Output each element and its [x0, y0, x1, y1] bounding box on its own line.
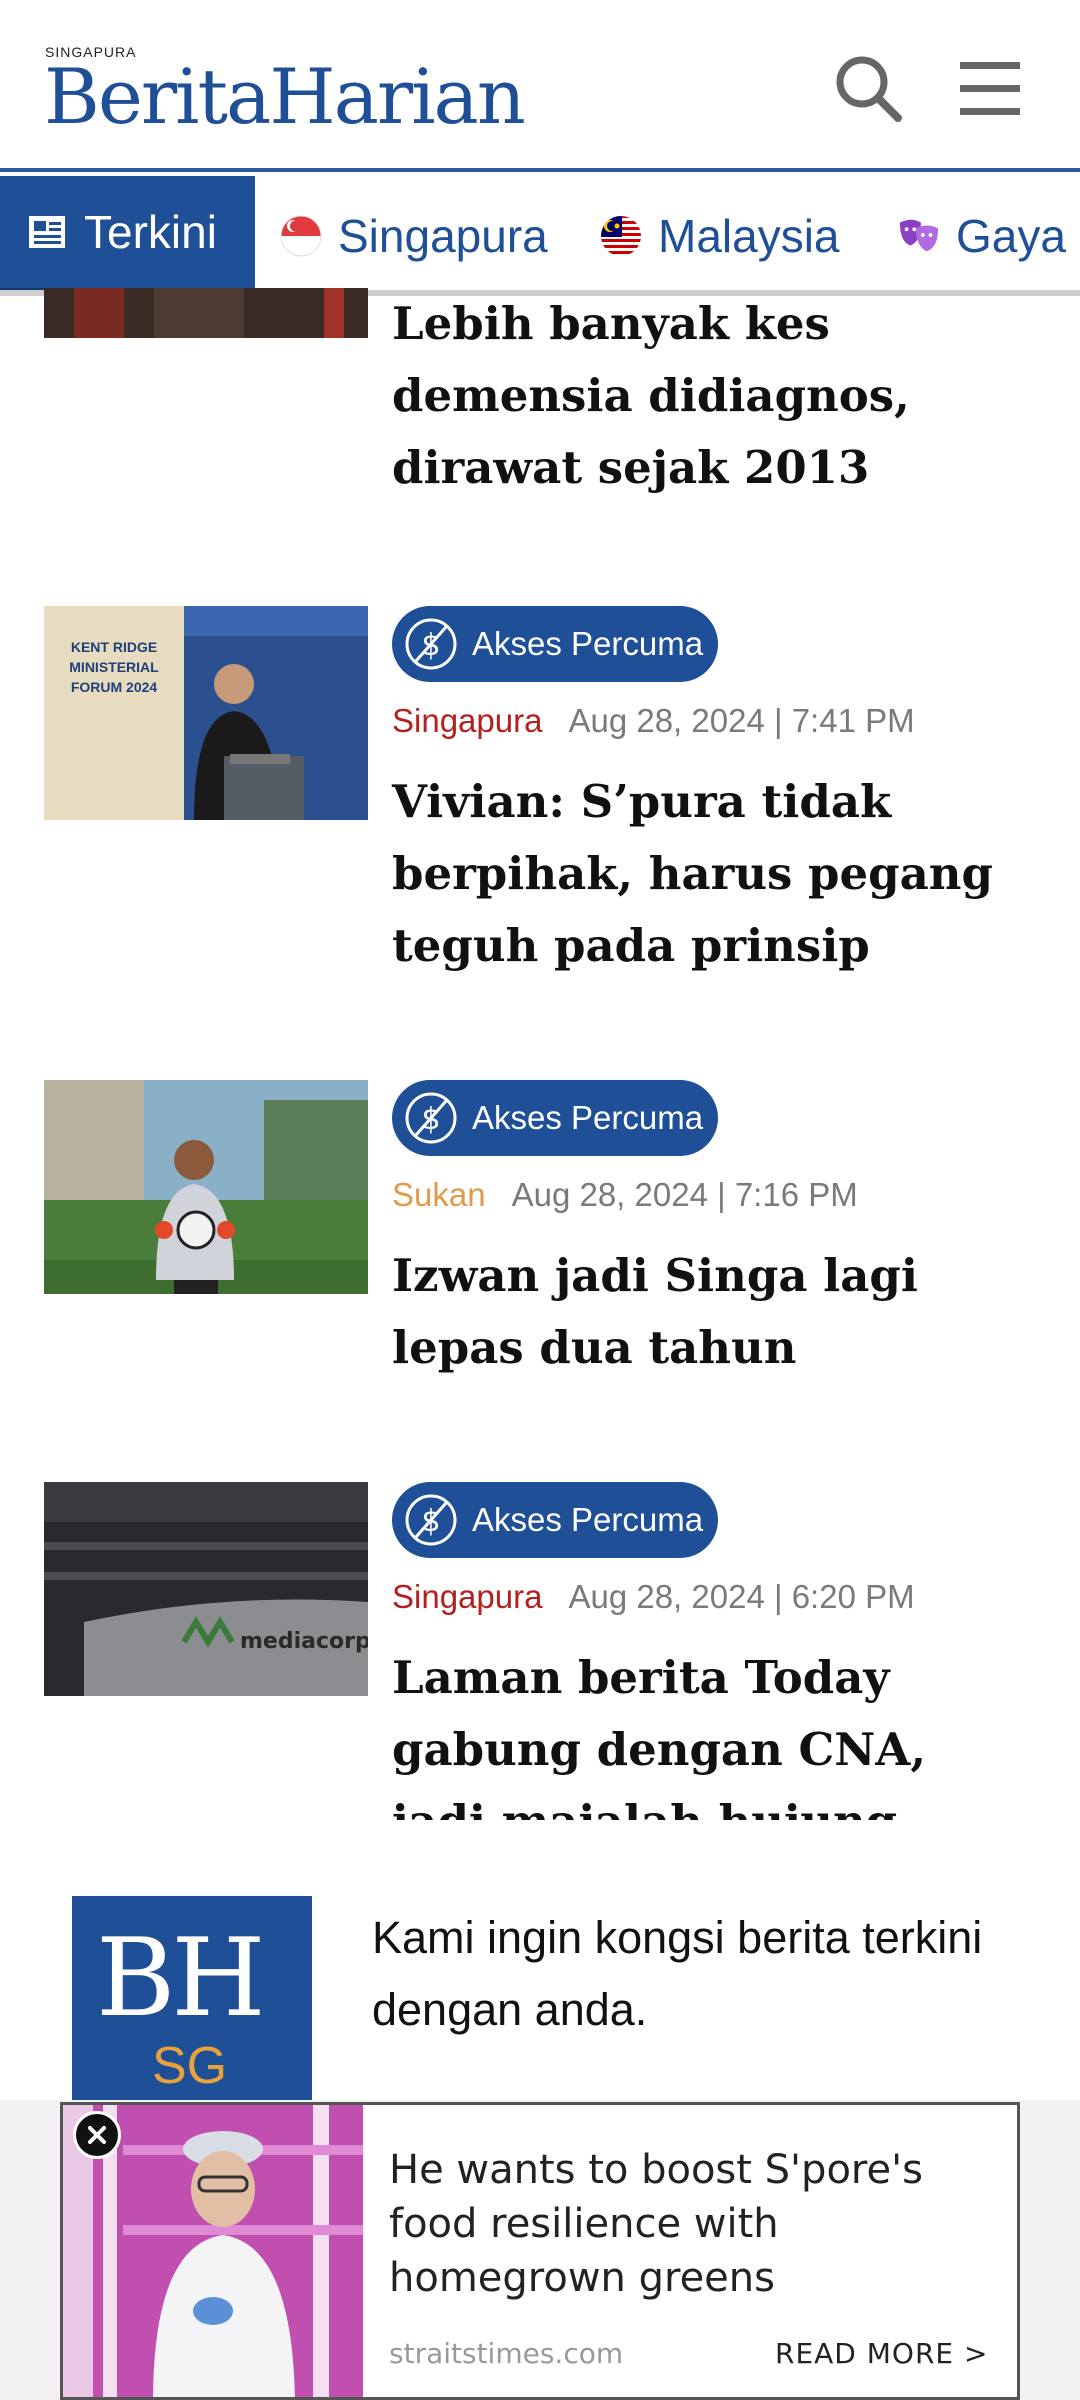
- tab-label: Singapura: [338, 210, 548, 262]
- tab-label: Terkini: [84, 206, 217, 258]
- notification-prompt: BH SG Kami ingin kongsi berita terkini d…: [0, 1820, 1080, 2106]
- ad-read-more-link[interactable]: READ MORE >: [775, 2337, 988, 2370]
- prompt-message: Kami ingin kongsi berita terkini dengan …: [372, 1912, 983, 2035]
- tab-malaysia[interactable]: Malaysia: [600, 176, 840, 290]
- tab-label: Gaya: [956, 210, 1066, 262]
- article-thumbnail[interactable]: [44, 1080, 368, 1294]
- thumb-sign-text: MINISTERIAL: [69, 659, 159, 675]
- free-access-badge: $ Akses Percuma: [392, 1482, 718, 1558]
- hamburger-menu-icon[interactable]: [950, 50, 1030, 130]
- free-access-badge: $ Akses Percuma: [392, 1080, 718, 1156]
- ad-title[interactable]: He wants to boost S'pore's food resilien…: [389, 2143, 1009, 2305]
- thumb-sign-text: FORUM 2024: [71, 679, 158, 695]
- bh-logo-text: BH: [96, 1916, 266, 2041]
- article-headline[interactable]: Vivian: S’pura tidak berpihak, harus peg…: [392, 766, 1032, 982]
- bh-sg-logo: BH SG: [72, 1896, 312, 2106]
- article-headline[interactable]: Laman berita Today gabung dengan CNA, ja…: [392, 1642, 1032, 1820]
- tab-label: Malaysia: [658, 210, 840, 262]
- free-dollar-icon: $: [405, 618, 457, 670]
- tab-gaya[interactable]: Gaya: [898, 176, 1066, 290]
- search-icon[interactable]: [830, 50, 910, 130]
- free-dollar-icon: $: [405, 1494, 457, 1546]
- sg-logo-text: SG: [152, 2037, 228, 2095]
- article-meta: Singapura Aug 28, 2024 | 6:20 PM: [392, 1578, 915, 1616]
- article-category[interactable]: Singapura: [392, 1578, 542, 1615]
- article-item[interactable]: mediacorp $ Akses Percuma Singapura Aug 2…: [0, 1482, 1080, 1820]
- article-category[interactable]: Singapura: [392, 702, 542, 739]
- article-headline[interactable]: Lebih banyak kes demensia didiagnos, dir…: [392, 288, 1032, 504]
- thumb-sign-text: mediacorp: [240, 1629, 368, 1654]
- site-logo[interactable]: BeritaHarian: [44, 52, 526, 141]
- article-thumbnail[interactable]: [44, 288, 368, 338]
- tab-terkini[interactable]: Terkini: [0, 176, 255, 290]
- article-date: Aug 28, 2024 | 7:41 PM: [568, 702, 915, 739]
- category-nav: Terkini Singapura Malaysia Gaya: [0, 176, 1080, 296]
- article-item[interactable]: Lebih banyak kes demensia didiagnos, dir…: [0, 288, 1080, 536]
- close-ad-icon[interactable]: [73, 2111, 121, 2159]
- badge-label: Akses Percuma: [472, 1501, 704, 1538]
- badge-label: Akses Percuma: [472, 1099, 704, 1136]
- article-date: Aug 28, 2024 | 6:20 PM: [568, 1578, 915, 1615]
- ad-image[interactable]: [63, 2105, 363, 2397]
- article-meta: Singapura Aug 28, 2024 | 7:41 PM: [392, 702, 915, 740]
- site-header: SINGAPURA BeritaHarian: [0, 0, 1080, 172]
- ad-banner-container: He wants to boost S'pore's food resilien…: [0, 2100, 1080, 2400]
- free-access-badge: $ Akses Percuma: [392, 606, 718, 682]
- article-item[interactable]: KENT RIDGE MINISTERIAL FORUM 2024 $ Akse…: [0, 606, 1080, 986]
- tab-singapura[interactable]: Singapura: [280, 176, 548, 290]
- badge-label: Akses Percuma: [472, 625, 704, 662]
- article-headline[interactable]: Izwan jadi Singa lagi lepas dua tahun: [392, 1240, 1032, 1384]
- ad-banner[interactable]: He wants to boost S'pore's food resilien…: [60, 2102, 1020, 2400]
- article-item[interactable]: $ Akses Percuma Sukan Aug 28, 2024 | 7:16…: [0, 1080, 1080, 1400]
- free-dollar-icon: $: [405, 1092, 457, 1144]
- article-thumbnail[interactable]: KENT RIDGE MINISTERIAL FORUM 2024: [44, 606, 368, 820]
- thumb-sign-text: KENT RIDGE: [71, 639, 157, 655]
- ad-source: straitstimes.com: [389, 2337, 624, 2370]
- singapore-flag-icon: [280, 215, 322, 257]
- article-category[interactable]: Sukan: [392, 1176, 486, 1213]
- newspaper-icon: [26, 211, 68, 253]
- article-date: Aug 28, 2024 | 7:16 PM: [511, 1176, 858, 1213]
- article-thumbnail[interactable]: mediacorp: [44, 1482, 368, 1696]
- malaysia-flag-icon: [600, 215, 642, 257]
- theatre-masks-icon: [898, 215, 940, 257]
- article-meta: Sukan Aug 28, 2024 | 7:16 PM: [392, 1176, 858, 1214]
